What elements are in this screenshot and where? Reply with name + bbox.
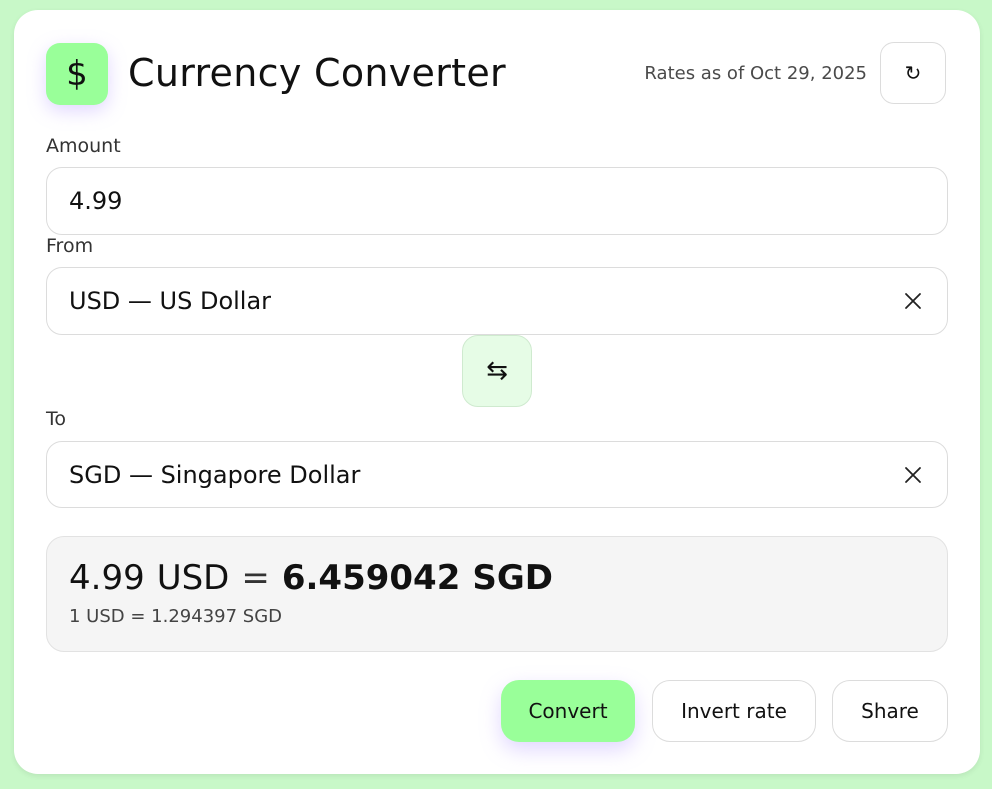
result-converted: 6.459042 <box>281 558 461 598</box>
from-currency-select[interactable]: USD — US Dollar <box>46 267 948 335</box>
refresh-button[interactable]: ↻ <box>880 42 946 104</box>
clear-to-icon[interactable] <box>901 463 925 487</box>
result-to-code: SGD <box>472 558 554 598</box>
result-from-code: USD <box>156 558 230 598</box>
to-label: To <box>46 408 67 430</box>
clear-from-icon[interactable] <box>901 289 925 313</box>
result-main-line: 4.99 USD = 6.459042 SGD <box>69 557 553 599</box>
page-title: Currency Converter <box>128 51 506 95</box>
from-label: From <box>46 235 94 257</box>
exchange-rate-line: 1 USD = 1.294397 SGD <box>69 606 283 627</box>
swap-currencies-button[interactable]: ⇆ <box>462 335 532 407</box>
result-equals: = <box>241 558 270 598</box>
share-button[interactable]: Share <box>832 680 948 742</box>
result-panel: 4.99 USD = 6.459042 SGD 1 USD = 1.294397 SGD <box>46 536 948 652</box>
refresh-icon: ↻ <box>904 61 922 85</box>
result-amount: 4.99 <box>69 558 145 598</box>
amount-input[interactable]: 4.99 <box>46 167 948 235</box>
from-currency-value: USD — US Dollar <box>69 287 272 315</box>
to-currency-value: SGD — Singapore Dollar <box>69 460 361 489</box>
amount-value: 4.99 <box>69 187 123 215</box>
swap-icon: ⇆ <box>486 356 508 386</box>
rates-date: Rates as of Oct 29, 2025 <box>644 63 867 84</box>
dollar-logo-icon: $ <box>46 43 108 105</box>
invert-rate-button[interactable]: Invert rate <box>652 680 816 742</box>
logo-symbol: $ <box>66 54 88 94</box>
amount-label: Amount <box>46 135 121 157</box>
to-currency-select[interactable]: SGD — Singapore Dollar <box>46 441 948 508</box>
convert-button[interactable]: Convert <box>501 680 635 742</box>
